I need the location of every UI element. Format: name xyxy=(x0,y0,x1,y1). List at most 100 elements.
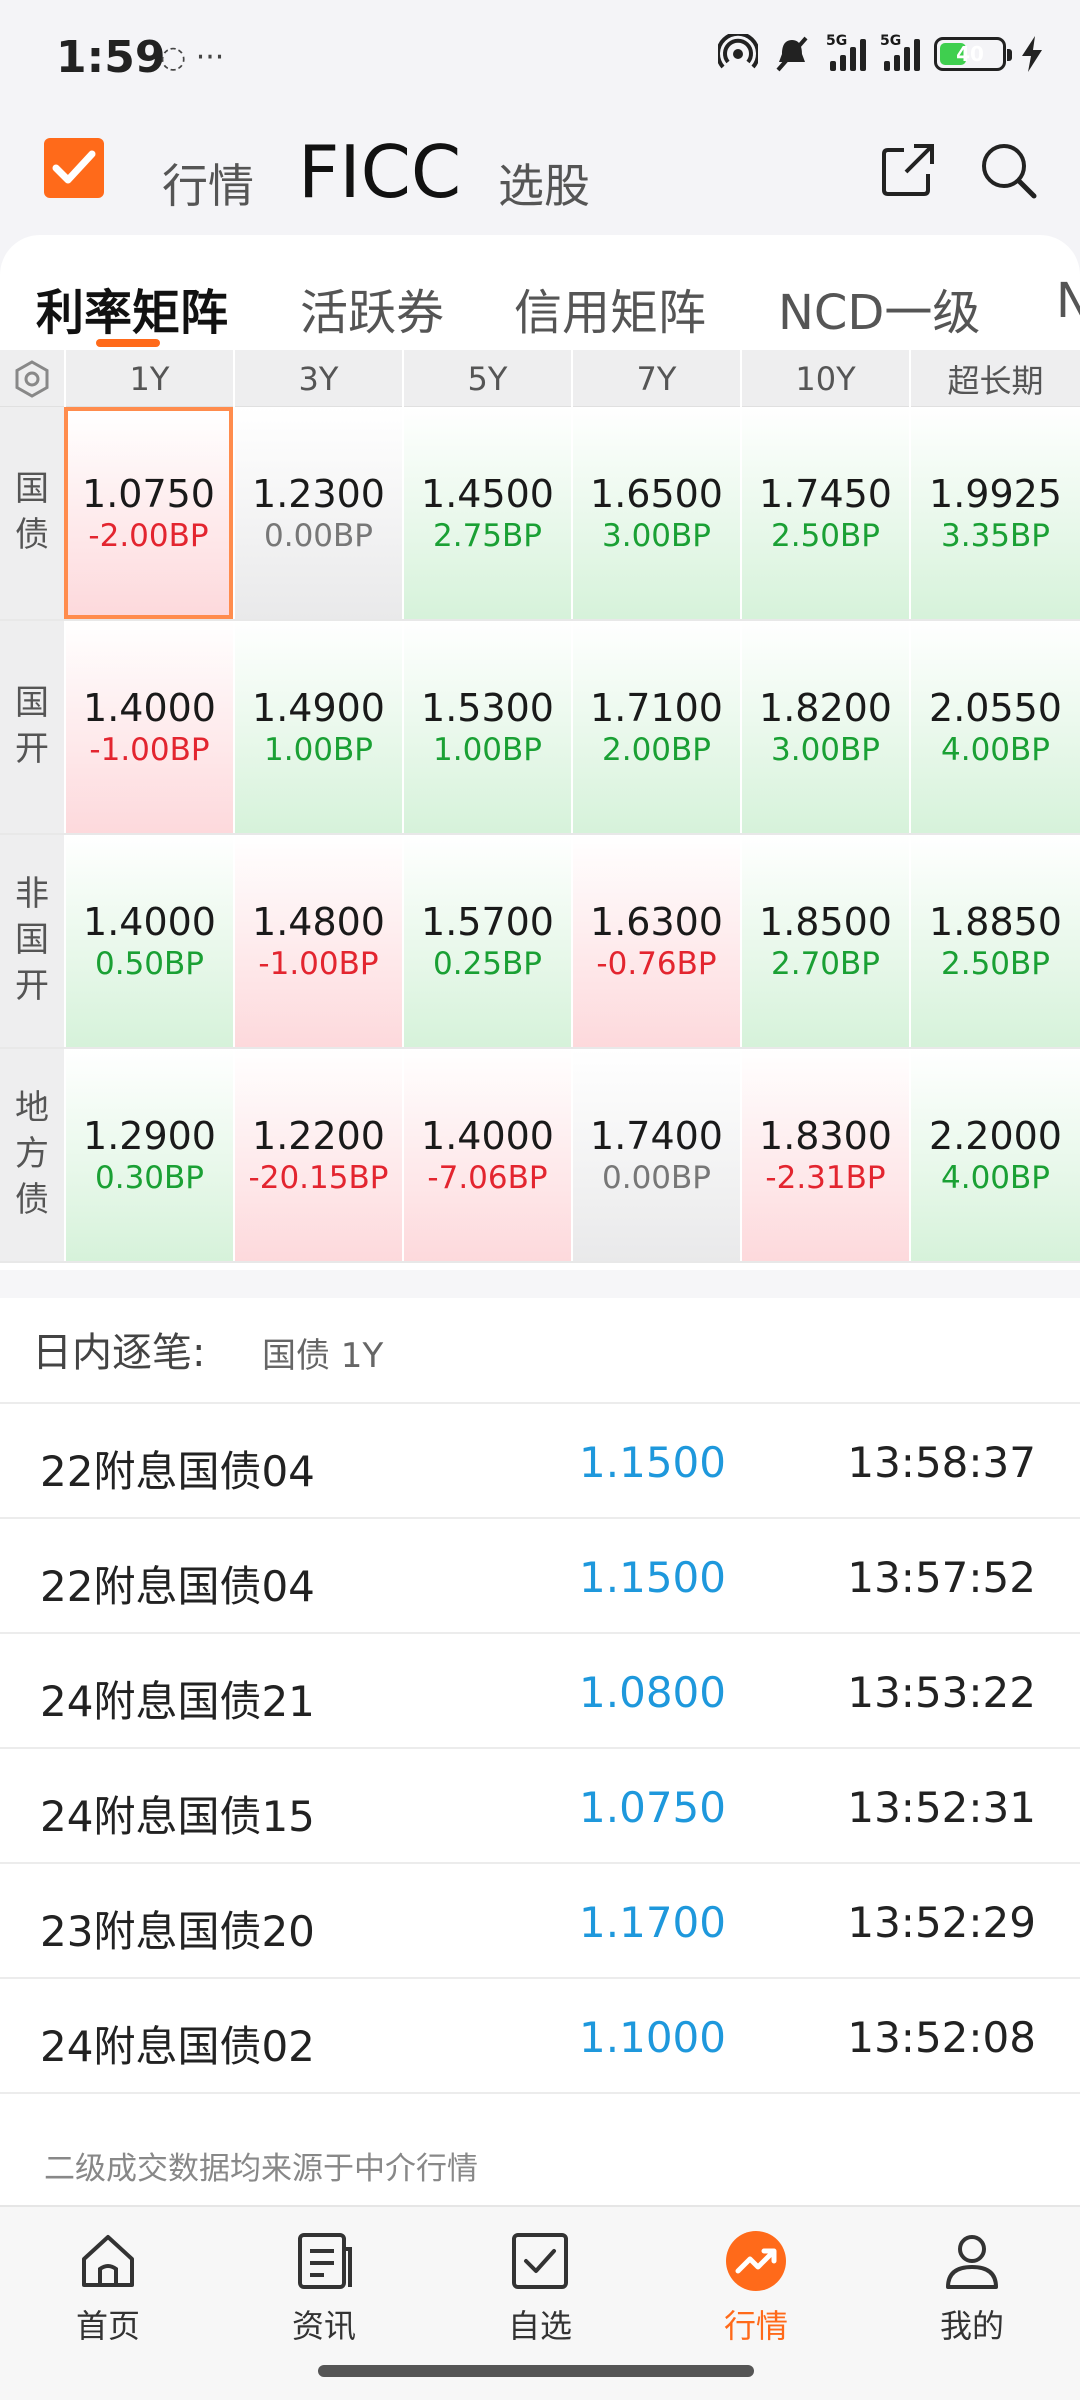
tick-time: 13:53:22 xyxy=(847,1668,1036,1717)
nav-home[interactable]: 首页 xyxy=(38,2229,178,2347)
matrix-cell-rate: 1.9925 xyxy=(929,472,1062,516)
nav-label: 首页 xyxy=(75,2307,140,2345)
tick-row[interactable]: 22附息国债04 1.1500 13:57:52 xyxy=(0,1519,1080,1634)
tick-yield: 1.1500 xyxy=(579,1438,726,1487)
nav-market[interactable]: 行情 xyxy=(686,2229,826,2347)
tick-row[interactable]: 24附息国债02 1.1000 13:52:08 xyxy=(0,1979,1080,2094)
matrix-cell-rate: 1.7400 xyxy=(590,1114,723,1158)
nav-watchlist[interactable]: 自选 xyxy=(470,2229,610,2347)
matrix-col-header: 5Y xyxy=(402,350,571,407)
nav-label: 自选 xyxy=(507,2307,572,2345)
tick-yield: 1.1500 xyxy=(579,1553,726,1602)
tick-yield: 1.0800 xyxy=(579,1668,726,1717)
matrix-cell[interactable]: 1.5700 0.25BP xyxy=(402,835,571,1047)
header-tab-ficc[interactable]: FICC xyxy=(298,130,461,214)
matrix-cell-rate: 1.8500 xyxy=(759,900,892,944)
tick-row[interactable]: 24附息国债15 1.0750 13:52:31 xyxy=(0,1749,1080,1864)
matrix-cell[interactable]: 1.2200 -20.15BP xyxy=(233,1049,402,1261)
matrix-cell[interactable]: 1.2900 0.30BP xyxy=(64,1049,233,1261)
matrix-cell-change: 4.00BP xyxy=(941,732,1050,768)
nav-profile[interactable]: 我的 xyxy=(902,2229,1042,2347)
matrix-cell[interactable]: 1.2300 0.00BP xyxy=(233,407,402,619)
matrix-row-label-char: 债 xyxy=(15,515,49,555)
tick-time: 13:58:37 xyxy=(847,1438,1036,1487)
matrix-cell[interactable]: 1.7400 0.00BP xyxy=(571,1049,740,1261)
matrix-cell-rate: 1.6300 xyxy=(590,900,723,944)
nav-label: 资讯 xyxy=(291,2307,356,2345)
signal-strength-icon-2: 5G xyxy=(880,33,920,71)
matrix-cell[interactable]: 1.0750 -2.00BP xyxy=(64,407,233,619)
market-icon xyxy=(726,2231,786,2291)
matrix-cell[interactable]: 1.4000 0.50BP xyxy=(64,835,233,1047)
matrix-cell-rate: 1.4000 xyxy=(421,1114,554,1158)
sub-tab-active-bonds[interactable]: 活跃券 xyxy=(300,273,444,343)
matrix-settings-icon[interactable] xyxy=(0,350,64,407)
matrix-cell[interactable]: 1.4900 1.00BP xyxy=(233,621,402,833)
matrix-col-header: 3Y xyxy=(233,350,402,407)
matrix-cell[interactable]: 1.6500 3.00BP xyxy=(571,407,740,619)
search-icon[interactable] xyxy=(976,138,1040,202)
header-tab-stock-picker[interactable]: 选股 xyxy=(498,150,590,216)
tick-bond-name: 24附息国债15 xyxy=(40,1792,315,1841)
matrix-cell-rate: 1.4900 xyxy=(252,686,385,730)
tick-yield: 1.1700 xyxy=(579,1898,726,1947)
matrix-cell[interactable]: 2.2000 4.00BP xyxy=(909,1049,1080,1261)
sub-tab-credit-matrix[interactable]: 信用矩阵 xyxy=(514,273,706,343)
matrix-cell-change: -0.76BP xyxy=(596,946,717,982)
matrix-cell[interactable]: 1.5300 1.00BP xyxy=(402,621,571,833)
matrix-cell[interactable]: 1.4800 -1.00BP xyxy=(233,835,402,1047)
status-time: 1:59 xyxy=(56,32,166,83)
signal-tag: 5G xyxy=(826,33,848,49)
matrix-cell[interactable]: 1.7450 2.50BP xyxy=(740,407,909,619)
matrix-row-label-char: 开 xyxy=(15,729,49,769)
matrix-cell[interactable]: 1.8500 2.70BP xyxy=(740,835,909,1047)
matrix-col-header: 7Y xyxy=(571,350,740,407)
matrix-col-header: 10Y xyxy=(740,350,909,407)
matrix-cell[interactable]: 1.8300 -2.31BP xyxy=(740,1049,909,1261)
matrix-cell[interactable]: 1.4000 -7.06BP xyxy=(402,1049,571,1261)
app-header: 行情 FICC 选股 xyxy=(0,120,1080,235)
tick-row[interactable]: 24附息国债21 1.0800 13:53:22 xyxy=(0,1634,1080,1749)
intraday-tick-list: 22附息国债04 1.1500 13:58:37 22附息国债04 1.1500… xyxy=(0,1402,1080,2094)
sub-tab-bar: 利率矩阵 活跃券 信用矩阵 NCD一级 N xyxy=(0,235,1080,350)
matrix-col-header: 1Y xyxy=(64,350,233,407)
tick-bond-name: 24附息国债21 xyxy=(40,1677,315,1726)
sub-tab-more[interactable]: N xyxy=(1056,273,1080,329)
matrix-cell-change: 4.00BP xyxy=(941,1160,1050,1196)
matrix-cell[interactable]: 1.8200 3.00BP xyxy=(740,621,909,833)
sub-tab-rate-matrix[interactable]: 利率矩阵 xyxy=(36,273,228,343)
matrix-cell-rate: 1.4000 xyxy=(83,686,216,730)
matrix-cell[interactable]: 2.0550 4.00BP xyxy=(909,621,1080,833)
sub-tab-ncd-primary[interactable]: NCD一级 xyxy=(778,273,980,343)
news-icon xyxy=(298,2233,352,2289)
matrix-cell[interactable]: 1.8850 2.50BP xyxy=(909,835,1080,1047)
nav-news[interactable]: 资讯 xyxy=(254,2229,394,2347)
tick-row[interactable]: 23附息国债20 1.1700 13:52:29 xyxy=(0,1864,1080,1979)
signal-strength-icon: 5G xyxy=(826,33,866,71)
data-source-note: 二级成交数据均来源于中介行情 xyxy=(44,2151,478,2187)
matrix-row-label-char: 方 xyxy=(15,1134,49,1175)
matrix-row-label-char: 国 xyxy=(15,920,49,961)
tick-row[interactable]: 22附息国债04 1.1500 13:58:37 xyxy=(0,1404,1080,1519)
matrix-cell[interactable]: 1.7100 2.00BP xyxy=(571,621,740,833)
share-icon[interactable] xyxy=(876,138,940,202)
header-tab-market[interactable]: 行情 xyxy=(162,150,254,216)
battery-icon: 40 xyxy=(934,37,1012,71)
matrix-row-label: 国开 xyxy=(0,621,64,833)
matrix-cell[interactable]: 1.6300 -0.76BP xyxy=(571,835,740,1047)
tick-time: 13:52:29 xyxy=(847,1898,1036,1947)
home-indicator[interactable] xyxy=(318,2365,754,2377)
matrix-cell[interactable]: 1.4000 -1.00BP xyxy=(64,621,233,833)
hotspot-icon xyxy=(718,34,758,69)
intraday-title: 日内逐笔: xyxy=(32,1330,206,1376)
status-right-icons: 5G 5G 40 xyxy=(718,33,1044,74)
matrix-cell-change: -1.00BP xyxy=(258,946,379,982)
matrix-cell[interactable]: 1.9925 3.35BP xyxy=(909,407,1080,619)
matrix-cell-change: -20.15BP xyxy=(248,1160,389,1196)
tick-bond-name: 22附息国债04 xyxy=(40,1562,315,1611)
matrix-row-label: 国债 xyxy=(0,407,64,619)
matrix-row: 国债 1.0750 -2.00BP 1.2300 0.00BP 1.4500 2.75BP 1… xyxy=(0,407,1080,621)
status-bar: 1:59 ◌ ··· 5G 5G 40 xyxy=(0,0,1080,120)
matrix-cell-change: 0.00BP xyxy=(602,1160,711,1196)
matrix-cell[interactable]: 1.4500 2.75BP xyxy=(402,407,571,619)
